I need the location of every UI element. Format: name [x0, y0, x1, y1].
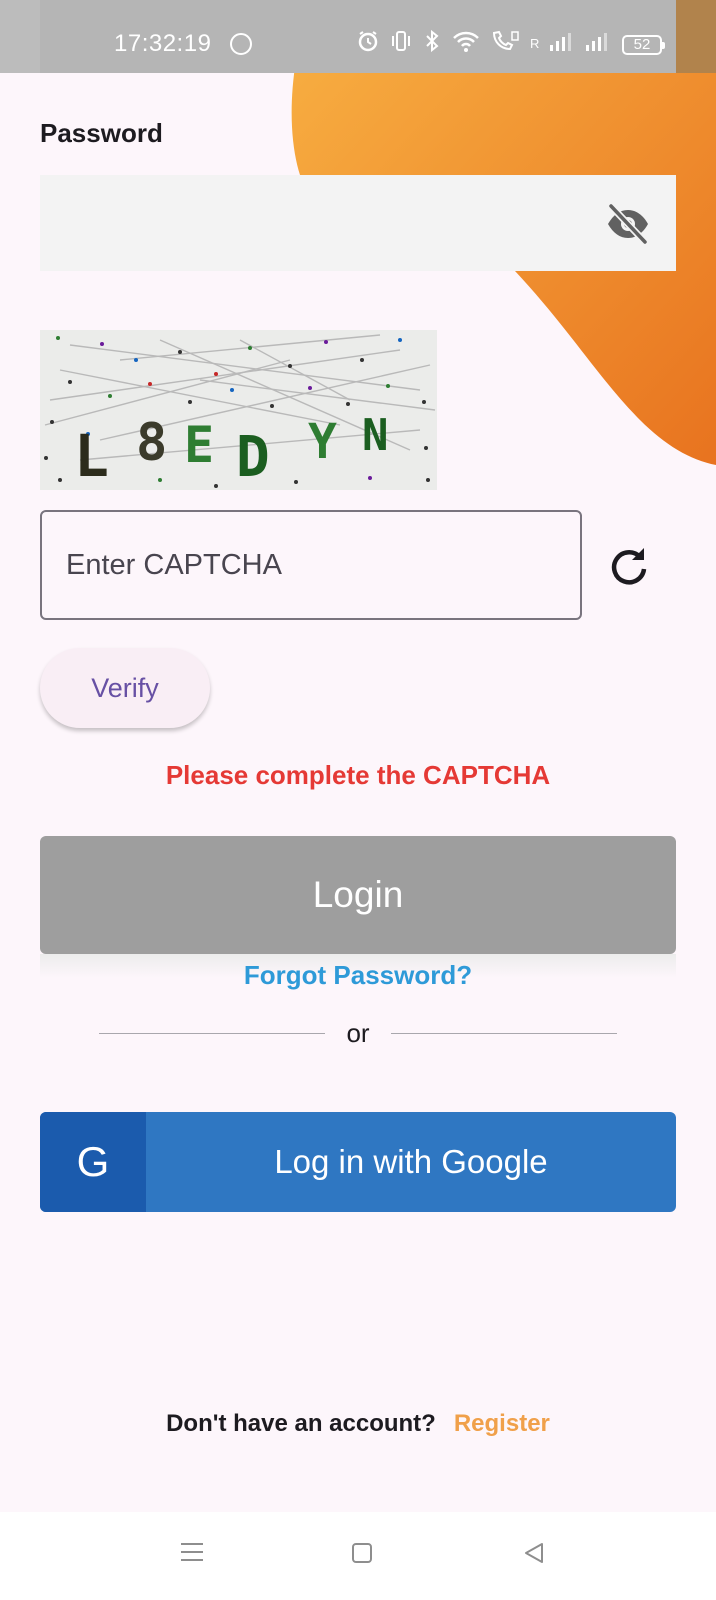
wifi-icon: [452, 29, 480, 58]
home-icon[interactable]: [352, 1543, 372, 1563]
no-account-text: Don't have an account?: [166, 1410, 436, 1437]
register-row: Don't have an account? Register: [0, 1410, 716, 1438]
google-icon: G: [40, 1112, 146, 1212]
eye-off-icon[interactable]: [604, 200, 652, 248]
divider-right: [391, 1033, 617, 1034]
bluetooth-icon: [422, 29, 442, 58]
captcha-input[interactable]: [40, 510, 582, 620]
google-login-button[interactable]: G Log in with Google: [40, 1112, 676, 1212]
divider-left: [99, 1033, 325, 1034]
call-icon: [490, 29, 520, 58]
signal-label: R: [530, 35, 540, 51]
refresh-icon[interactable]: [606, 544, 650, 588]
status-bar-edge: [0, 0, 40, 73]
register-link[interactable]: Register: [454, 1410, 550, 1437]
menu-icon[interactable]: [180, 1542, 204, 1562]
status-bar-edge: [676, 0, 716, 73]
back-icon[interactable]: [522, 1541, 546, 1565]
signal-icon: [549, 30, 575, 57]
verify-button[interactable]: Verify: [40, 648, 210, 728]
svg-text:D: D: [236, 425, 270, 490]
password-field[interactable]: [40, 175, 676, 271]
forgot-password-link[interactable]: Forgot Password?: [0, 960, 716, 991]
battery-icon: 52: [622, 35, 665, 55]
status-bar: 17:32:19 R 52: [0, 0, 716, 73]
or-separator: or: [346, 1018, 370, 1048]
captcha-image: L 8 E D Y N: [40, 330, 437, 490]
system-icons: R: [356, 29, 611, 58]
svg-text:E: E: [184, 416, 214, 474]
alarm-icon: [356, 29, 380, 58]
status-time: 17:32:19: [114, 30, 212, 57]
svg-text:8: 8: [136, 413, 167, 473]
svg-text:L: L: [74, 422, 109, 490]
signal-icon: [585, 30, 611, 57]
svg-text:Y: Y: [308, 414, 337, 470]
password-label: Password: [40, 118, 163, 148]
vibrate-icon: [390, 29, 412, 58]
captcha-error-message: Please complete the CAPTCHA: [165, 760, 551, 790]
login-button[interactable]: Login: [40, 836, 676, 954]
whatsapp-icon: [230, 33, 252, 55]
google-login-label: Log in with Google: [274, 1143, 548, 1180]
svg-text:N: N: [362, 410, 389, 461]
